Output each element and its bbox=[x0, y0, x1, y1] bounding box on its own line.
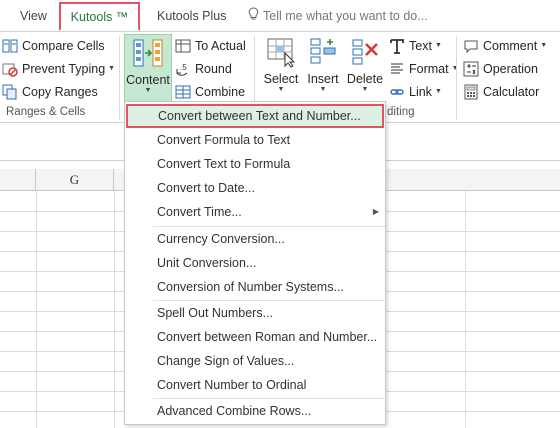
chevron-right-icon: ▶ bbox=[372, 207, 379, 216]
content-icon bbox=[132, 37, 164, 69]
tell-me-text: Tell me what you want to do... bbox=[263, 9, 428, 23]
content-label: Content bbox=[126, 73, 170, 87]
compare-cells-label: Compare Cells bbox=[22, 39, 105, 53]
group-separator bbox=[119, 36, 120, 120]
operation-icon bbox=[463, 61, 479, 77]
select-icon bbox=[265, 36, 297, 68]
compare-cells-icon bbox=[2, 38, 18, 54]
menu-item-convert-formula-to-text[interactable]: Convert Formula to Text bbox=[125, 128, 385, 152]
prevent-typing-button[interactable]: Prevent Typing ▼ bbox=[2, 59, 115, 79]
text-label: Text bbox=[409, 39, 432, 53]
menu-item-convert-text-to-formula[interactable]: Convert Text to Formula bbox=[125, 152, 385, 176]
chevron-down-icon: ▼ bbox=[319, 86, 327, 93]
to-actual-button[interactable]: To Actual bbox=[175, 36, 246, 56]
tab-kutools-plus[interactable]: Kutools Plus bbox=[157, 0, 226, 31]
comment-icon bbox=[463, 38, 479, 54]
menu-item-convert-to-date[interactable]: Convert to Date... bbox=[125, 176, 385, 200]
gridline bbox=[114, 191, 115, 428]
round-label: Round bbox=[195, 62, 232, 76]
ribbon-tabs: View Kutools ™ Kutools Plus Tell me what… bbox=[0, 0, 560, 31]
delete-icon bbox=[349, 36, 381, 68]
chevron-down-icon: ▼ bbox=[108, 65, 116, 72]
comment-label: Comment bbox=[483, 39, 538, 53]
operation-label: Operation bbox=[483, 62, 538, 76]
combine-icon bbox=[175, 84, 191, 100]
menu-item-roman-number[interactable]: Convert between Roman and Number... bbox=[125, 325, 385, 349]
column-header[interactable] bbox=[0, 169, 36, 191]
editing-group-label: diting bbox=[387, 106, 415, 118]
insert-icon bbox=[307, 36, 339, 68]
tab-view[interactable]: View bbox=[20, 0, 47, 31]
operation-button[interactable]: Operation bbox=[463, 59, 538, 79]
insert-label: Insert bbox=[307, 72, 339, 86]
combine-button[interactable]: Combine bbox=[175, 82, 245, 102]
menu-item-change-sign[interactable]: Change Sign of Values... bbox=[125, 349, 385, 373]
chevron-down-icon: ▼ bbox=[277, 86, 285, 93]
content-dropdown-menu: Convert between Text and Number... Conve… bbox=[124, 101, 386, 425]
menu-item-number-systems[interactable]: Conversion of Number Systems... bbox=[125, 275, 385, 299]
link-label: Link bbox=[409, 85, 432, 99]
menu-item-unit-conversion[interactable]: Unit Conversion... bbox=[125, 251, 385, 275]
content-button[interactable]: Content ▼ bbox=[124, 34, 172, 102]
delete-button[interactable]: Delete ▼ bbox=[343, 34, 387, 102]
link-icon bbox=[389, 84, 405, 100]
chevron-down-icon: ▼ bbox=[540, 42, 548, 49]
group-separator bbox=[456, 36, 457, 120]
format-label: Format bbox=[409, 62, 449, 76]
comment-button[interactable]: Comment ▼ bbox=[463, 36, 547, 56]
menu-item-convert-text-number[interactable]: Convert between Text and Number... bbox=[126, 104, 384, 128]
chevron-down-icon: ▼ bbox=[144, 87, 152, 94]
select-button[interactable]: Select ▼ bbox=[259, 34, 303, 102]
menu-item-advanced-combine-rows[interactable]: Advanced Combine Rows... bbox=[125, 399, 385, 423]
copy-ranges-button[interactable]: Copy Ranges bbox=[2, 82, 98, 102]
chevron-down-icon: ▼ bbox=[361, 86, 369, 93]
tab-kutools[interactable]: Kutools ™ bbox=[59, 2, 140, 31]
copy-ranges-icon bbox=[2, 84, 18, 100]
insert-button[interactable]: Insert ▼ bbox=[301, 34, 345, 102]
text-button[interactable]: Text ▼ bbox=[389, 36, 442, 56]
format-button[interactable]: Format▼ bbox=[389, 59, 459, 79]
round-button[interactable]: .5 Round bbox=[175, 59, 232, 79]
to-actual-icon bbox=[175, 38, 191, 54]
calculator-label: Calculator bbox=[483, 85, 540, 99]
to-actual-label: To Actual bbox=[195, 39, 246, 53]
tell-me-search[interactable]: Tell me what you want to do... bbox=[248, 0, 428, 31]
menu-item-number-to-ordinal[interactable]: Convert Number to Ordinal bbox=[125, 373, 385, 397]
chevron-down-icon: ▼ bbox=[434, 88, 442, 95]
calculator-icon bbox=[463, 84, 479, 100]
menu-item-label: Convert Time... bbox=[157, 205, 242, 219]
menu-item-convert-time[interactable]: Convert Time... ▶ bbox=[125, 200, 385, 224]
compare-cells-button[interactable]: Compare Cells bbox=[2, 36, 105, 56]
lightbulb-icon bbox=[248, 1, 259, 33]
link-button[interactable]: Link ▼ bbox=[389, 82, 442, 102]
column-header-g[interactable]: G bbox=[36, 169, 114, 191]
combine-label: Combine bbox=[195, 85, 246, 99]
menu-item-spell-out-numbers[interactable]: Spell Out Numbers... bbox=[125, 301, 385, 325]
calculator-button[interactable]: Calculator bbox=[463, 82, 539, 102]
prevent-typing-label: Prevent Typing bbox=[22, 62, 106, 76]
prevent-typing-icon bbox=[2, 61, 18, 77]
gridline bbox=[465, 191, 466, 428]
round-icon: .5 bbox=[175, 61, 191, 77]
menu-item-currency-conversion[interactable]: Currency Conversion... bbox=[125, 227, 385, 251]
ranges-cells-group-label: Ranges & Cells bbox=[6, 106, 86, 118]
svg-text:.5: .5 bbox=[180, 63, 187, 72]
copy-ranges-label: Copy Ranges bbox=[22, 85, 98, 99]
chevron-down-icon: ▼ bbox=[434, 42, 442, 49]
select-label: Select bbox=[263, 72, 299, 86]
text-icon bbox=[389, 38, 405, 54]
gridline bbox=[36, 191, 37, 428]
format-icon bbox=[389, 61, 405, 77]
delete-label: Delete bbox=[346, 72, 384, 86]
